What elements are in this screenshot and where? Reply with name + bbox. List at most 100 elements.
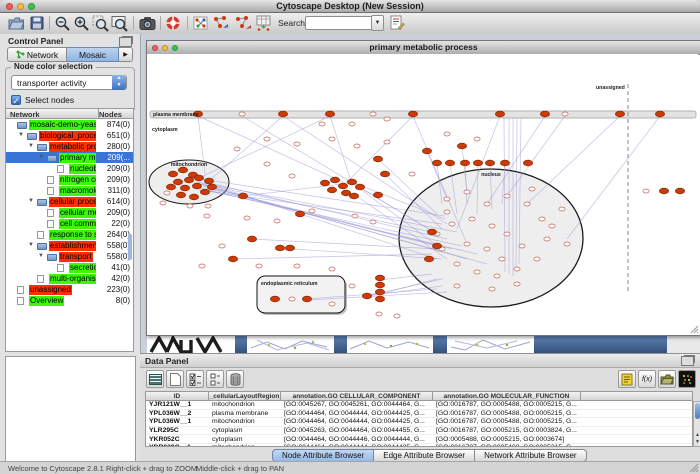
node[interactable] xyxy=(432,160,441,166)
node[interactable] xyxy=(449,222,455,226)
node[interactable] xyxy=(354,144,360,148)
node[interactable] xyxy=(373,192,382,198)
vizmapper-icon[interactable] xyxy=(212,14,230,32)
node[interactable] xyxy=(166,184,175,190)
node[interactable] xyxy=(294,264,300,268)
table-row[interactable]: YLR295Ccytoplasm[GO:0045263, GO:0044464,… xyxy=(146,427,692,436)
node[interactable] xyxy=(519,244,525,248)
node[interactable] xyxy=(275,245,284,251)
combo-stepper-icon[interactable]: ▲▼ xyxy=(112,75,126,90)
table-scrollbar[interactable]: ▲ ▼ xyxy=(693,401,700,447)
node[interactable] xyxy=(329,302,335,306)
tree-row[interactable]: unassigned223(0) xyxy=(6,284,133,295)
background-window[interactable] xyxy=(147,335,235,354)
node[interactable] xyxy=(264,162,270,166)
table-column-header[interactable]: annotation.GO MOLECULAR_FUNCTION xyxy=(433,392,581,400)
node[interactable] xyxy=(489,287,495,291)
node[interactable] xyxy=(539,217,545,221)
node[interactable] xyxy=(514,267,520,271)
node[interactable] xyxy=(499,257,505,261)
node[interactable] xyxy=(495,111,504,117)
node[interactable] xyxy=(338,183,347,189)
network-window-titlebar[interactable]: primary metabolic process xyxy=(147,41,700,55)
node[interactable] xyxy=(164,191,170,195)
table-row[interactable]: YPL036W__2plasma membrane[GO:0044464, GO… xyxy=(146,410,692,419)
node[interactable] xyxy=(454,262,460,266)
attribute-batch-editor-icon[interactable] xyxy=(146,370,164,388)
node[interactable] xyxy=(289,297,295,301)
search-input[interactable] xyxy=(305,16,373,30)
attribute-table[interactable]: YJR121W__1mitochondrion[GO:0045267, GO:0… xyxy=(145,401,693,447)
node[interactable] xyxy=(444,210,450,214)
node[interactable] xyxy=(474,270,480,274)
node[interactable] xyxy=(256,264,262,268)
node[interactable] xyxy=(330,177,339,183)
node[interactable] xyxy=(409,172,415,176)
search-options-icon[interactable] xyxy=(388,14,406,32)
node[interactable] xyxy=(176,192,185,198)
background-window-titlebar[interactable] xyxy=(334,335,347,353)
attribute-list-icon[interactable] xyxy=(618,370,636,388)
tree-row[interactable]: response to stimul264(0) xyxy=(6,229,133,240)
node[interactable] xyxy=(454,284,460,288)
node[interactable] xyxy=(408,111,417,117)
node[interactable] xyxy=(380,171,389,177)
node[interactable] xyxy=(270,296,279,302)
node[interactable] xyxy=(375,296,384,302)
tree-row[interactable]: ▼primary metabo209(... xyxy=(6,152,133,163)
node[interactable] xyxy=(199,264,205,268)
node[interactable] xyxy=(384,140,390,144)
node[interactable] xyxy=(514,282,520,286)
node[interactable] xyxy=(329,137,335,141)
node[interactable] xyxy=(564,242,570,246)
node[interactable] xyxy=(173,179,182,185)
table-row[interactable]: YDR039C__1mitochondrion[GO:0044464, GO:0… xyxy=(146,444,692,447)
node[interactable] xyxy=(325,111,334,117)
float-panel-icon[interactable] xyxy=(119,37,132,47)
background-window-titlebar[interactable] xyxy=(235,335,247,353)
node-color-select[interactable]: transporter activity ▲▼ xyxy=(11,75,127,90)
node[interactable] xyxy=(200,189,209,195)
node[interactable] xyxy=(362,293,371,299)
expand-arrow-icon[interactable]: ▼ xyxy=(28,196,34,207)
node[interactable] xyxy=(474,137,480,141)
background-window-titlebar[interactable] xyxy=(534,335,667,353)
scroll-up-icon[interactable]: ▲ xyxy=(694,432,700,438)
node[interactable] xyxy=(464,190,470,194)
zoom-to-fit-icon[interactable] xyxy=(110,14,128,32)
unselect-attributes-icon[interactable] xyxy=(206,370,224,388)
expand-arrow-icon[interactable]: ▼ xyxy=(18,130,24,141)
node[interactable] xyxy=(523,160,532,166)
node[interactable] xyxy=(247,236,256,242)
birdseye-view[interactable] xyxy=(5,356,136,462)
background-window[interactable] xyxy=(347,335,433,354)
plugins-icon[interactable] xyxy=(192,14,210,32)
node[interactable] xyxy=(239,112,245,116)
tree-row[interactable]: ▼establishment of lo558(0) xyxy=(6,240,133,251)
filters-icon[interactable] xyxy=(234,14,252,32)
zoom-out-icon[interactable] xyxy=(53,14,71,32)
node[interactable] xyxy=(524,202,530,206)
node[interactable] xyxy=(504,232,510,236)
matrix-view-icon[interactable] xyxy=(678,370,696,388)
node[interactable] xyxy=(485,160,494,166)
network-view-window[interactable]: primary metabolic process plasma membran… xyxy=(146,40,700,336)
node[interactable] xyxy=(375,275,384,281)
node[interactable] xyxy=(559,207,565,211)
tree-row[interactable]: nucleobase-209(0) xyxy=(6,163,133,174)
tree-row[interactable]: Overview8(0) xyxy=(6,295,133,306)
node[interactable] xyxy=(500,160,509,166)
node[interactable] xyxy=(534,257,540,261)
table-column-header[interactable]: _cellularLayoutRegion xyxy=(209,392,281,400)
import-network-icon[interactable] xyxy=(255,14,273,32)
node[interactable] xyxy=(207,184,216,190)
node[interactable] xyxy=(424,256,433,262)
network-graph[interactable]: plasma membranecytoplasmmitochondrionnuc… xyxy=(147,54,698,333)
tree-row[interactable]: cellular metabol209(0) xyxy=(6,207,133,218)
node[interactable] xyxy=(168,171,177,177)
node[interactable] xyxy=(329,267,335,271)
node[interactable] xyxy=(189,194,198,200)
table-row[interactable]: YJR121W__1mitochondrion[GO:0045267, GO:0… xyxy=(146,401,692,410)
node[interactable] xyxy=(285,245,294,251)
node[interactable] xyxy=(349,193,358,199)
